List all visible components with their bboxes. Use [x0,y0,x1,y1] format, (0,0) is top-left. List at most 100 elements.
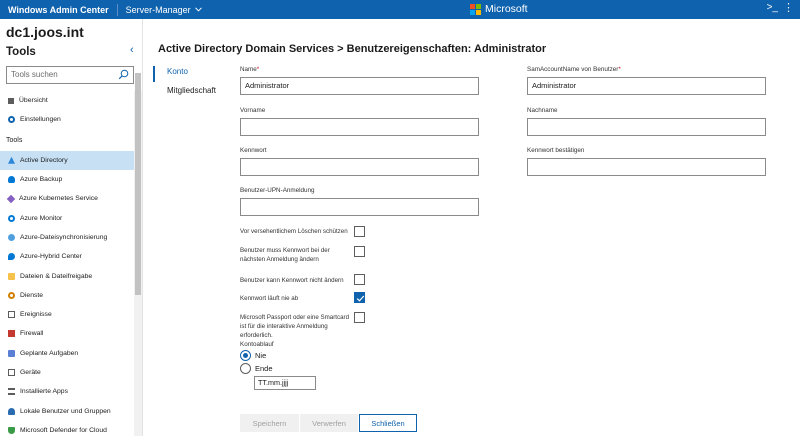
top-bar: Windows Admin Center Server-Manager Micr… [0,0,800,19]
manager-dropdown[interactable]: Server-Manager [118,4,210,16]
sidebar-scroll-thumb[interactable] [135,73,141,295]
expiry-never-label: Nie [255,351,267,360]
sidebar-item-files[interactable]: Dateien & Dateifreigabe [0,266,134,285]
tab-label: Konto [167,67,188,76]
sidebar-item-label: Dateien & Dateifreigabe [20,272,93,280]
cannot-change-password-checkbox[interactable] [354,274,365,285]
breadcrumb-parent[interactable]: Active Directory Domain Services [158,43,334,55]
sidebar-item-label: Ereignisse [20,311,52,319]
chevron-down-icon [194,7,202,12]
must-change-password-checkbox[interactable] [354,246,365,257]
sidebar-item-label: Einstellungen [20,116,61,124]
gear-icon [8,116,15,124]
overview-icon [8,97,14,104]
password-never-expires-checkbox[interactable] [354,292,365,303]
smartcard-required-checkbox[interactable] [354,312,365,323]
required-mark: * [256,66,260,73]
sam-label-text: SamAccountName von Benutzer [527,66,619,73]
sidebar-item-events[interactable]: Ereignisse [0,305,134,324]
sidebar-item-local-users[interactable]: Lokale Benutzer und Gruppen [0,401,134,420]
checkbox-label: Benutzer muss Kennwort bei der nächsten … [240,247,330,263]
upn-input[interactable] [240,198,479,216]
sidebar-item-label: Azure Kubernetes Service [19,195,98,203]
name-input[interactable]: Administrator [240,77,479,95]
kennwort-input[interactable] [240,158,479,176]
kennwort-label: Kennwort [240,147,267,154]
sidebar-item-azure-backup[interactable]: Azure Backup [0,170,134,189]
checkbox-label: Kennwort läuft nie ab [240,295,299,302]
sidebar-item-label: Azure Backup [20,176,63,184]
checkbox-label: Vor versehentlichem Löschen schützen [240,228,348,235]
events-icon [8,311,15,319]
search-icon[interactable] [118,69,129,80]
users-icon [8,407,15,415]
tab-label: Mitgliedschaft [167,86,216,95]
sidebar-item-label: Azure-Dateisynchronisierung [20,233,108,241]
firewall-icon [8,330,15,338]
sidebar-item-label: Dienste [20,291,44,299]
sam-label: SamAccountName von Benutzer* [527,66,621,73]
sidebar: dc1.joos.int Tools ‹ Tools suchen Übersi… [0,19,143,436]
tools-list: Übersicht Einstellungen Tools Active Dir… [0,91,134,436]
sidebar-item-hybrid-center[interactable]: Azure-Hybrid Center [0,247,134,266]
save-button[interactable]: Speichern [240,414,299,432]
expiry-never-radio[interactable] [240,350,251,361]
upn-label: Benutzer-UPN-Anmeldung [240,187,315,194]
tools-search-input[interactable]: Tools suchen [6,66,134,84]
sidebar-item-overview[interactable]: Übersicht [0,91,134,110]
tab-mitgliedschaft[interactable]: Mitgliedschaft [153,83,216,102]
property-tabs: Konto Mitgliedschaft [153,64,216,102]
checkbox-label: Benutzer kann Kennwort nicht ändern [240,277,344,284]
hybrid-center-icon [8,253,15,261]
more-menu-icon[interactable]: ⋮ [783,1,794,14]
kennwort-confirm-input[interactable] [527,158,766,176]
nachname-input[interactable] [527,118,766,136]
azure-monitor-icon [8,214,15,222]
nachname-label: Nachname [527,107,558,114]
sidebar-item-file-sync[interactable]: Azure-Dateisynchronisierung [0,228,134,247]
sidebar-item-label: Übersicht [19,97,48,105]
app-title[interactable]: Windows Admin Center [0,3,118,16]
sidebar-item-azure-monitor[interactable]: Azure Monitor [0,208,134,227]
sidebar-item-label: Azure-Hybrid Center [20,253,82,261]
protect-deletion-checkbox[interactable] [354,226,365,237]
sidebar-item-label: Geräte [20,369,41,376]
azure-backup-icon [8,176,15,184]
name-label-text: Name [240,66,257,73]
folder-icon [8,272,15,280]
sidebar-item-scheduled-tasks[interactable]: Geplante Aufgaben [0,344,134,363]
expiry-label: Kontoablauf [240,341,274,348]
sidebar-item-services[interactable]: Dienste [0,286,134,305]
powershell-icon[interactable]: >_ [767,2,778,13]
discard-button[interactable]: Verwerfen [300,414,358,432]
sidebar-item-installed-apps[interactable]: Installierte Apps [0,382,134,401]
expiry-end-label: Ende [255,364,273,373]
breadcrumb-separator: > [337,43,344,55]
tab-konto[interactable]: Konto [153,64,216,83]
tools-section-label: Tools [6,136,23,144]
microsoft-brand: Microsoft [470,3,528,15]
sidebar-item-kubernetes[interactable]: Azure Kubernetes Service [0,189,134,208]
close-button[interactable]: Schließen [359,414,417,432]
server-name: dc1.joos.int [6,24,84,40]
sidebar-item-defender[interactable]: Microsoft Defender for Cloud [0,421,134,436]
search-placeholder: Tools suchen [11,70,58,79]
file-sync-icon [8,233,15,241]
vorname-input[interactable] [240,118,479,136]
sam-input[interactable]: Administrator [527,77,766,95]
defender-icon [8,426,15,434]
services-icon [8,291,15,299]
sidebar-item-label: Lokale Benutzer und Gruppen [20,407,111,415]
sidebar-item-firewall[interactable]: Firewall [0,324,134,343]
checkmark-icon [356,295,365,302]
sidebar-item-devices[interactable]: Geräte [0,363,134,382]
required-mark: * [618,66,621,73]
sidebar-item-active-directory[interactable]: Active Directory [0,150,134,170]
collapse-sidebar-icon[interactable]: ‹ [130,44,134,56]
brand-label: Microsoft [485,3,528,15]
expiry-end-radio[interactable] [240,363,251,374]
expiry-date-input[interactable]: TT.mm.jjjj [254,376,316,390]
sidebar-item-settings[interactable]: Einstellungen [0,110,134,129]
breadcrumb: Active Directory Domain Services > Benut… [158,43,546,55]
sidebar-item-label: Installierte Apps [20,388,68,396]
